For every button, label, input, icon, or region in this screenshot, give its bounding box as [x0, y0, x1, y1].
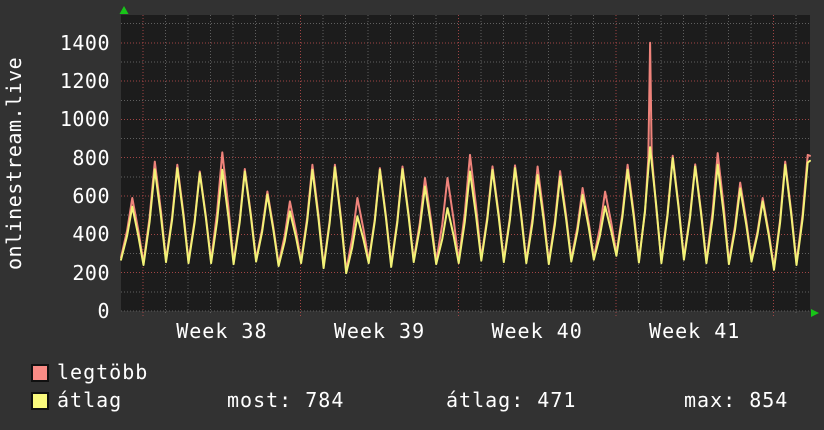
y-axis-arrow-icon	[119, 6, 129, 14]
stat-most: most: 784	[227, 388, 345, 412]
legend-label-atlag: átlag	[57, 388, 123, 412]
y-axis-title: onlinestream.live	[2, 56, 26, 270]
legend-label-legtobb: legtöbb	[57, 360, 149, 384]
x-tick-label: Week 39	[333, 319, 426, 343]
x-axis-arrow-icon	[811, 309, 819, 317]
chart-plot-area	[119, 6, 819, 317]
y-tick-label: 1400	[59, 30, 110, 55]
stat-max: max: 854	[684, 388, 789, 412]
y-tick-label: 200	[72, 260, 110, 285]
legend-swatch-atlag	[31, 392, 49, 410]
stat-atlag: átlag: 471	[446, 388, 577, 412]
y-tick-label: 1000	[59, 107, 110, 132]
y-tick-label: 1200	[59, 69, 110, 94]
y-tick-label: 0	[97, 299, 110, 323]
x-tick-label: Week 40	[491, 319, 583, 343]
y-tick-label: 600	[72, 184, 110, 209]
x-tick-label: Week 41	[649, 319, 741, 343]
munin-weekly-graph: onlinestream.live 0 200 400 600 800 1000 1200 1…	[0, 0, 824, 430]
y-tick-label: 800	[72, 145, 110, 170]
x-tick-label: Week 38	[176, 319, 268, 343]
legend-swatch-legtobb	[31, 364, 49, 382]
y-tick-label: 400	[72, 222, 110, 247]
